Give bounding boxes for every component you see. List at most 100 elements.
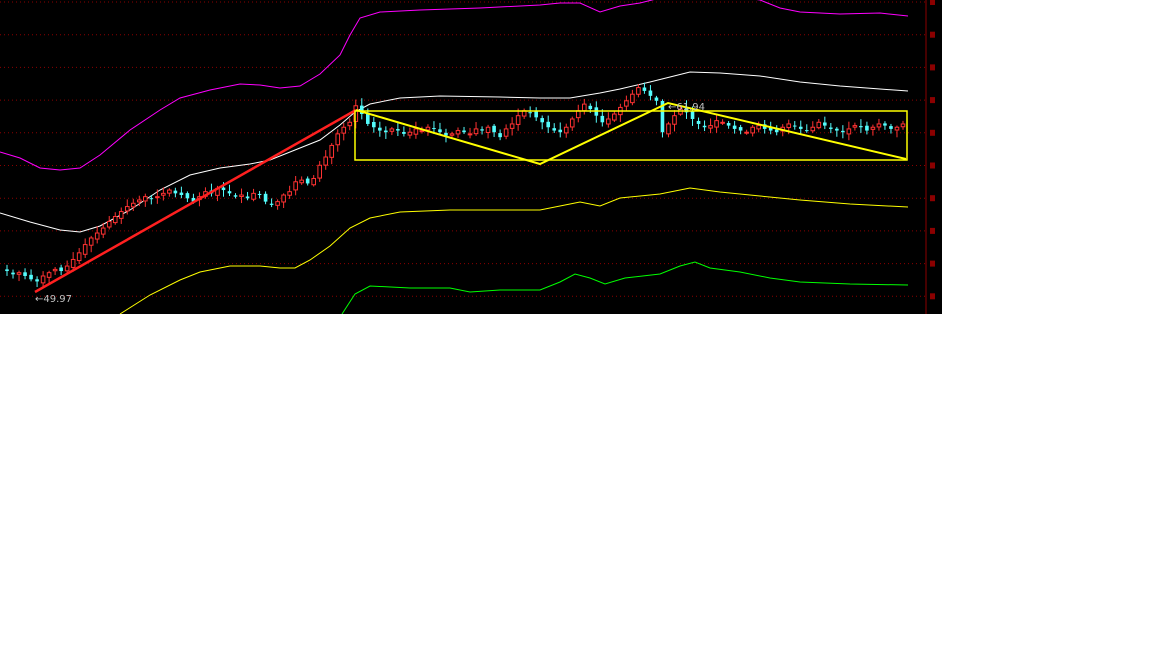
candle-body[interactable] (378, 127, 382, 131)
candle-body[interactable] (40, 275, 46, 284)
candle-body[interactable] (816, 121, 822, 129)
candle-body[interactable] (432, 128, 436, 130)
candle-body[interactable] (130, 202, 136, 208)
candle-body[interactable] (823, 122, 827, 126)
candle-body[interactable] (118, 211, 124, 219)
candle-body[interactable] (143, 196, 148, 202)
candle-body[interactable] (804, 130, 809, 132)
candle-body[interactable] (624, 100, 629, 107)
candle-body[interactable] (407, 131, 413, 136)
candle-body[interactable] (35, 279, 39, 282)
candle-body[interactable] (696, 120, 701, 124)
candlestick-chart-panel[interactable]: ←49.97 ←61.94 (0, 0, 942, 314)
candle-body[interactable] (546, 121, 551, 128)
candle-body[interactable] (233, 195, 238, 197)
candle-body[interactable] (540, 118, 544, 123)
candle-body[interactable] (329, 144, 335, 158)
candle-body[interactable] (750, 126, 755, 134)
candle-body[interactable] (449, 133, 455, 136)
candle-body[interactable] (185, 193, 190, 199)
candle-body[interactable] (29, 274, 33, 280)
candle-body[interactable] (558, 129, 563, 133)
candle-body[interactable] (124, 206, 130, 212)
candle-body[interactable] (100, 227, 106, 235)
candle-body[interactable] (485, 126, 491, 133)
candle-body[interactable] (636, 87, 641, 95)
candle-body[interactable] (59, 267, 63, 272)
candle-body[interactable] (263, 193, 268, 202)
candle-body[interactable] (876, 123, 882, 128)
candle-body[interactable] (894, 126, 900, 131)
candle-body[interactable] (136, 199, 142, 203)
candle-body[interactable] (341, 126, 347, 134)
candle-body[interactable] (70, 258, 76, 268)
candle-body[interactable] (347, 121, 353, 127)
candle-body[interactable] (372, 121, 376, 128)
candle-body[interactable] (402, 131, 406, 134)
candle-body[interactable] (563, 126, 569, 134)
candle-body[interactable] (708, 125, 713, 129)
candle-body[interactable] (299, 179, 304, 184)
candle-body[interactable] (648, 90, 653, 96)
candle-body[interactable] (883, 123, 887, 126)
candle-body[interactable] (5, 269, 9, 272)
candle-body[interactable] (46, 272, 52, 278)
candlestick-chart[interactable]: ←49.97 ←61.94 (0, 0, 942, 314)
candle-body[interactable] (11, 272, 15, 275)
candle-body[interactable] (438, 129, 442, 133)
candle-body[interactable] (293, 181, 298, 191)
candle-body[interactable] (82, 244, 88, 255)
candle-body[interactable] (257, 193, 262, 196)
candle-body[interactable] (835, 128, 839, 131)
candle-body[interactable] (528, 112, 532, 114)
candle-body[interactable] (473, 128, 479, 135)
candle-body[interactable] (106, 220, 112, 228)
candle-body[interactable] (305, 178, 310, 184)
candle-body[interactable] (575, 110, 581, 119)
candle-body[interactable] (612, 113, 617, 121)
candle-body[interactable] (88, 237, 94, 246)
candle-body[interactable] (630, 93, 635, 104)
candle-body[interactable] (94, 232, 100, 240)
candle-body[interactable] (569, 118, 575, 128)
candle-body[interactable] (311, 177, 316, 186)
candle-body[interactable] (281, 194, 286, 203)
candle-body[interactable] (16, 272, 22, 275)
candle-body[interactable] (317, 164, 323, 179)
candle-body[interactable] (798, 126, 803, 129)
candle-body[interactable] (389, 128, 395, 132)
candle-body[interactable] (269, 203, 274, 205)
candle-body[interactable] (161, 192, 166, 196)
candle-body[interactable] (738, 127, 743, 131)
candle-body[interactable] (462, 130, 466, 133)
candle-body[interactable] (666, 123, 671, 135)
candle-body[interactable] (227, 191, 232, 194)
candle-body[interactable] (155, 196, 160, 199)
candle-body[interactable] (900, 123, 906, 128)
candle-body[interactable] (744, 131, 749, 134)
candle-body[interactable] (173, 190, 178, 194)
candle-body[interactable] (221, 187, 226, 191)
candle-body[interactable] (245, 196, 250, 199)
candle-body[interactable] (654, 97, 659, 101)
candle-body[interactable] (581, 103, 587, 112)
candle-body[interactable] (600, 115, 605, 123)
candle-body[interactable] (467, 133, 473, 136)
candle-body[interactable] (792, 125, 797, 127)
candle-body[interactable] (714, 120, 719, 128)
candle-body[interactable] (756, 125, 761, 130)
candle-body[interactable] (702, 125, 707, 128)
candle-body[interactable] (287, 191, 292, 196)
candle-body[interactable] (112, 215, 118, 224)
candle-body[interactable] (396, 129, 400, 131)
candle-body[interactable] (846, 128, 852, 135)
candle-body[interactable] (509, 123, 515, 129)
candle-body[interactable] (498, 133, 502, 138)
candle-body[interactable] (413, 128, 419, 135)
candle-body[interactable] (23, 272, 27, 276)
candle-body[interactable] (889, 126, 893, 129)
candle-body[interactable] (455, 130, 461, 135)
candle-body[interactable] (335, 133, 341, 146)
candlesticks[interactable] (5, 82, 906, 288)
candle-body[interactable] (552, 128, 557, 131)
